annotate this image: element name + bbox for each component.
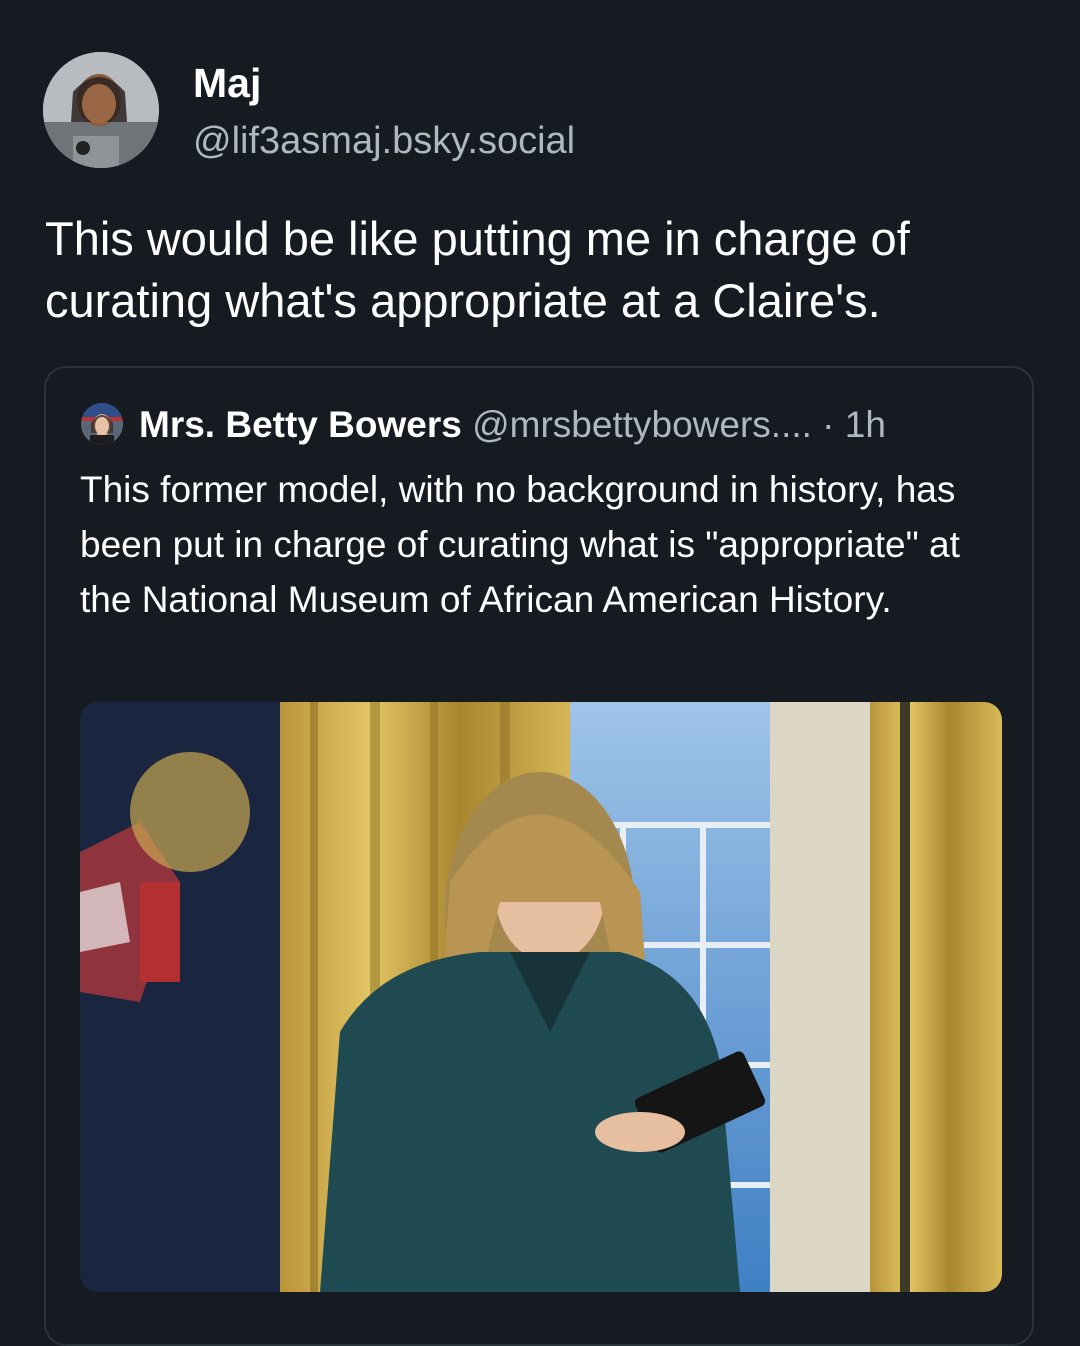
quoted-post-image[interactable] [80, 702, 1002, 1292]
quoted-post-separator: · [811, 404, 845, 445]
author-handle[interactable]: @lif3asmaj.bsky.social [193, 120, 575, 163]
quoted-post-time[interactable]: 1h [845, 404, 886, 445]
quoted-post-card[interactable]: Mrs. Betty Bowers @mrsbettybowers.... · … [44, 366, 1034, 1346]
quoted-author-handle[interactable]: @mrsbettybowers.... [472, 404, 812, 445]
quoted-author-avatar[interactable] [81, 403, 123, 445]
quoted-post-text: This former model, with no background in… [80, 469, 960, 620]
author-display-name[interactable]: Maj [193, 60, 261, 107]
post: Maj @lif3asmaj.bsky.social This would be… [0, 0, 1080, 1346]
post-text: This would be like putting me in charge … [45, 212, 910, 327]
photo-woman-in-oval-office-icon [80, 702, 1002, 1292]
author-avatar[interactable] [43, 52, 159, 168]
quoted-author-name[interactable]: Mrs. Betty Bowers [139, 404, 462, 445]
quoted-post-header: Mrs. Betty Bowers @mrsbettybowers.... · … [139, 404, 886, 446]
